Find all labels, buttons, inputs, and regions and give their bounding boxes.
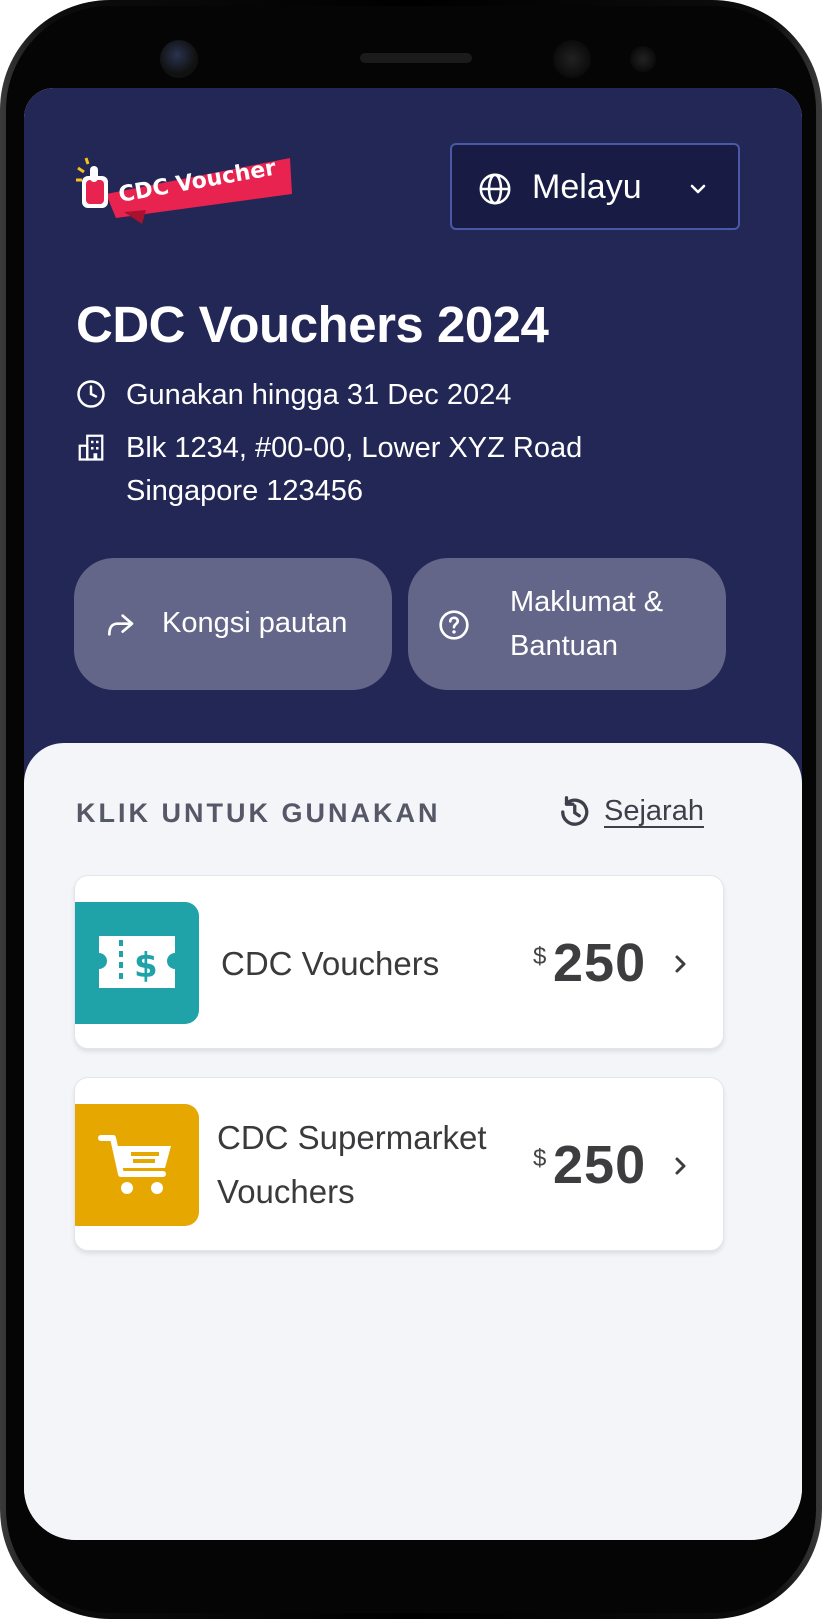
history-icon: [561, 796, 589, 826]
info-help-label-line1: Maklumat &: [510, 586, 664, 618]
vouchers-sheet: KLIK UNTUK GUNAKAN Sejarah $ CDC Voucher…: [24, 743, 802, 1540]
voucher-amount: 250: [553, 933, 647, 993]
chevron-down-icon: [690, 184, 706, 194]
question-circle-icon: [439, 610, 469, 640]
language-selector[interactable]: Melayu: [450, 143, 740, 230]
clock-icon: [77, 380, 105, 408]
address-line-2: Singapore 123456: [126, 475, 364, 507]
front-camera-icon: [160, 40, 198, 78]
address-line-1: Blk 1234, #00-00, Lower XYZ Road: [126, 432, 583, 464]
voucher-name: CDC Vouchers: [221, 945, 440, 982]
chevron-right-icon: [675, 1157, 686, 1175]
ticket-dollar-icon: $: [99, 936, 175, 988]
phone-frame: CDC Voucher Melayu CDC Vouchers 2024 Gun…: [0, 0, 822, 1619]
light-sensor-icon: [630, 46, 656, 72]
chevron-right-icon: [675, 955, 686, 973]
voucher-tile-cdc: $: [75, 902, 199, 1024]
app-screen: CDC Voucher Melayu CDC Vouchers 2024 Gun…: [24, 88, 802, 1540]
proximity-sensor-icon: [553, 40, 591, 78]
address-row: Blk 1234, #00-00, Lower XYZ Road Singapo…: [76, 426, 776, 516]
voucher-amount: 250: [553, 1135, 647, 1195]
voucher-card-cdc[interactable]: $ CDC Vouchers $ 250: [74, 875, 724, 1049]
expiry-row: Gunakan hingga 31 Dec 2024: [76, 373, 776, 417]
voucher-name-line1: CDC Supermarket: [217, 1119, 487, 1156]
share-arrow-icon: [108, 614, 134, 636]
language-label: Melayu: [532, 168, 642, 206]
section-heading: KLIK UNTUK GUNAKAN: [76, 798, 441, 828]
voucher-name-line2: Vouchers: [217, 1173, 355, 1210]
building-icon: [78, 434, 104, 461]
history-link[interactable]: Sejarah: [556, 789, 716, 833]
currency-symbol: $: [533, 1145, 547, 1172]
expiry-text: Gunakan hingga 31 Dec 2024: [126, 379, 512, 411]
currency-symbol: $: [533, 943, 547, 970]
voucher-card-supermarket[interactable]: CDC Supermarket Vouchers $ 250: [74, 1077, 724, 1251]
info-help-button[interactable]: Maklumat & Bantuan: [408, 558, 726, 690]
page-title: CDC Vouchers 2024: [76, 296, 549, 353]
share-link-label: Kongsi pautan: [162, 607, 348, 639]
voucher-tile-supermarket: [75, 1104, 199, 1226]
info-help-label-line2: Bantuan: [510, 630, 619, 662]
cdc-voucher-logo: CDC Voucher: [76, 150, 296, 230]
svg-text:$: $: [134, 946, 158, 986]
globe-icon: [479, 173, 511, 205]
share-link-button[interactable]: Kongsi pautan: [74, 558, 392, 690]
logo-graphic: CDC Voucher: [76, 156, 292, 224]
history-label: Sejarah: [604, 795, 704, 827]
shopping-cart-icon: [98, 1135, 171, 1194]
hero-header: CDC Voucher Melayu CDC Vouchers 2024 Gun…: [24, 88, 802, 808]
earpiece-speaker: [360, 53, 472, 63]
